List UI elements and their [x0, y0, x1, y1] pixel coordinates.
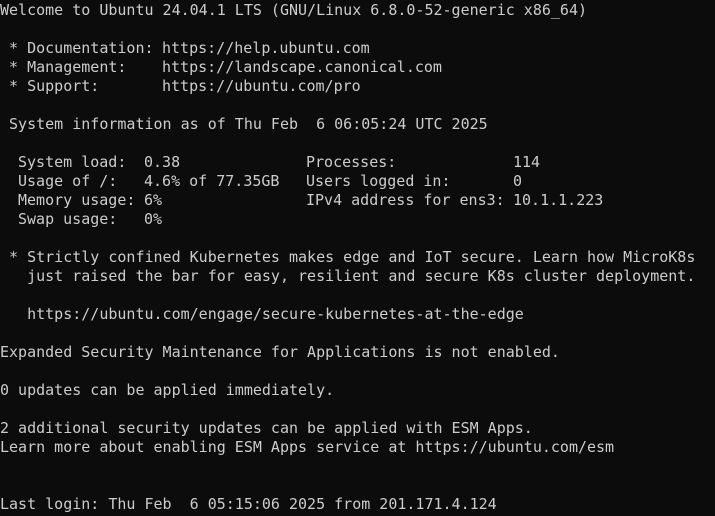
- microk8s-notice-line2: just raised the bar for easy, resilient …: [0, 267, 696, 285]
- sysinfo-label: Memory usage:: [18, 191, 136, 209]
- microk8s-url[interactable]: https://ubuntu.com/engage/secure-kuberne…: [0, 305, 715, 324]
- sysinfo-row: System load: 0.38 Processes: 114: [0, 153, 715, 172]
- support-label: * Support:: [0, 77, 100, 95]
- support-url[interactable]: https://ubuntu.com/pro: [162, 77, 361, 95]
- documentation-line: * Documentation: https://help.ubuntu.com: [0, 39, 715, 58]
- sysinfo-row: Usage of /: 4.6% of 77.35GB Users logged i…: [0, 172, 715, 191]
- esm-status: Expanded Security Maintenance for Applic…: [0, 343, 560, 361]
- last-login: Last login: Thu Feb 6 05:15:06 2025 from…: [0, 495, 497, 513]
- management-line: * Management: https://landscape.canonical…: [0, 58, 715, 77]
- sysinfo-label: IPv4 address for ens3:: [306, 191, 505, 209]
- sysinfo-label: Swap usage:: [18, 210, 118, 228]
- updates-message: 0 updates can be applied immediately.: [0, 381, 335, 399]
- management-url[interactable]: https://landscape.canonical.com: [162, 58, 442, 76]
- esm-learn-more: Learn more about enabling ESM Apps servi…: [0, 438, 615, 456]
- sysinfo-value: 0%: [144, 210, 163, 228]
- management-label: * Management:: [0, 58, 127, 76]
- sysinfo-value: 0: [513, 172, 523, 190]
- terminal-window[interactable]: Welcome to Ubuntu 24.04.1 LTS (GNU/Linux…: [0, 0, 715, 516]
- welcome-message: Welcome to Ubuntu 24.04.1 LTS (GNU/Linux…: [0, 1, 587, 19]
- sysinfo-label: System load:: [18, 153, 127, 171]
- sysinfo-value: 0.38: [144, 153, 181, 171]
- sysinfo-header: System information as of Thu Feb 6 06:05…: [0, 115, 488, 133]
- sysinfo-label: Users logged in:: [306, 172, 451, 190]
- documentation-label: * Documentation:: [0, 39, 154, 57]
- sysinfo-row: Memory usage: 6% IPv4 address for ens3: 10.…: [0, 191, 715, 210]
- sysinfo-value: 114: [513, 153, 541, 171]
- sysinfo-row: Swap usage: 0%: [0, 210, 715, 229]
- sysinfo-value: 6%: [144, 191, 163, 209]
- security-updates-message: 2 additional security updates can be app…: [0, 419, 533, 437]
- sysinfo-value: 10.1.1.223: [513, 191, 604, 209]
- sysinfo-label: Usage of /:: [18, 172, 118, 190]
- sysinfo-value: 4.6% of 77.35GB: [144, 172, 280, 190]
- support-line: * Support: https://ubuntu.com/pro: [0, 77, 715, 96]
- sysinfo-label: Processes:: [306, 153, 397, 171]
- documentation-url[interactable]: https://help.ubuntu.com: [162, 39, 370, 57]
- microk8s-notice-line1: * Strictly confined Kubernetes makes edg…: [0, 248, 696, 266]
